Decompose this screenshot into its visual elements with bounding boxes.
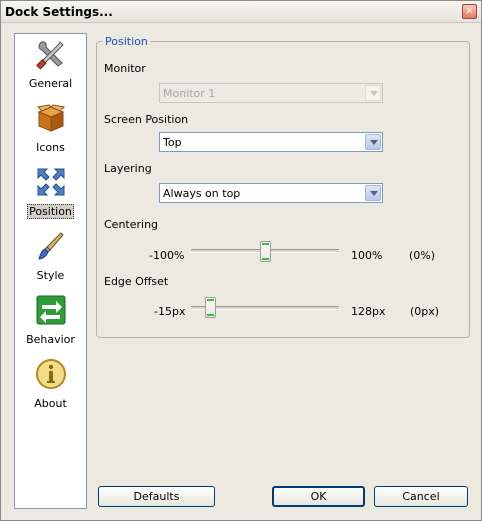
edge-offset-max-label: 128px [351,305,386,318]
sidebar-item-label: Icons [36,141,65,154]
layering-label: Layering [104,162,152,175]
monitor-dropdown: Monitor 1 [159,83,383,103]
behavior-arrows-icon [36,295,66,325]
monitor-label: Monitor [104,62,146,75]
screen-position-value: Top [163,136,182,149]
chevron-down-icon [365,85,381,101]
edge-offset-value: (0px) [410,305,440,318]
screen-position-label: Screen Position [104,113,189,126]
centering-value: (0%) [409,249,436,262]
edge-offset-label: Edge Offset [104,275,169,288]
edge-offset-min-label: -15px [154,305,186,318]
centering-slider-thumb[interactable] [259,241,271,262]
sidebar-item-about[interactable]: About [15,358,86,420]
edge-offset-slider-thumb[interactable] [205,297,217,318]
dock-settings-window: Dock Settings... ✕ General Icons Positio… [0,0,482,521]
box-icon [36,104,66,132]
chevron-down-icon[interactable] [365,134,381,150]
sidebar-item-general[interactable]: General [15,38,86,100]
layering-value: Always on top [163,187,241,200]
sidebar-item-label: Position [27,204,74,219]
screen-position-dropdown[interactable]: Top [159,132,383,152]
layering-dropdown[interactable]: Always on top [159,183,383,203]
position-group-title: Position [103,35,150,48]
sidebar-item-icons[interactable]: Icons [15,102,86,164]
info-icon [36,359,66,389]
title-bar: Dock Settings... ✕ [1,1,481,23]
cancel-button[interactable]: Cancel [374,486,468,507]
position-arrows-icon [37,168,65,196]
sidebar-item-label: Behavior [26,333,75,346]
chevron-down-icon[interactable] [365,185,381,201]
sidebar-item-label: About [34,397,67,410]
ok-button[interactable]: OK [272,486,365,507]
sidebar-item-style[interactable]: Style [15,230,86,292]
centering-label: Centering [104,218,159,231]
sidebar-item-label: Style [36,269,65,282]
sidebar-item-behavior[interactable]: Behavior [15,294,86,356]
settings-sidebar: General Icons Position Style Behavior Ab… [14,33,87,509]
defaults-button[interactable]: Defaults [98,486,215,507]
brush-icon [38,232,64,260]
centering-min-label: -100% [149,249,185,262]
centering-max-label: 100% [351,249,383,262]
tools-icon [36,41,64,70]
window-title: Dock Settings... [5,5,113,19]
close-icon[interactable]: ✕ [462,4,477,19]
sidebar-item-position[interactable]: Position [15,166,86,228]
sidebar-item-label: General [28,77,73,90]
monitor-value: Monitor 1 [163,87,216,100]
